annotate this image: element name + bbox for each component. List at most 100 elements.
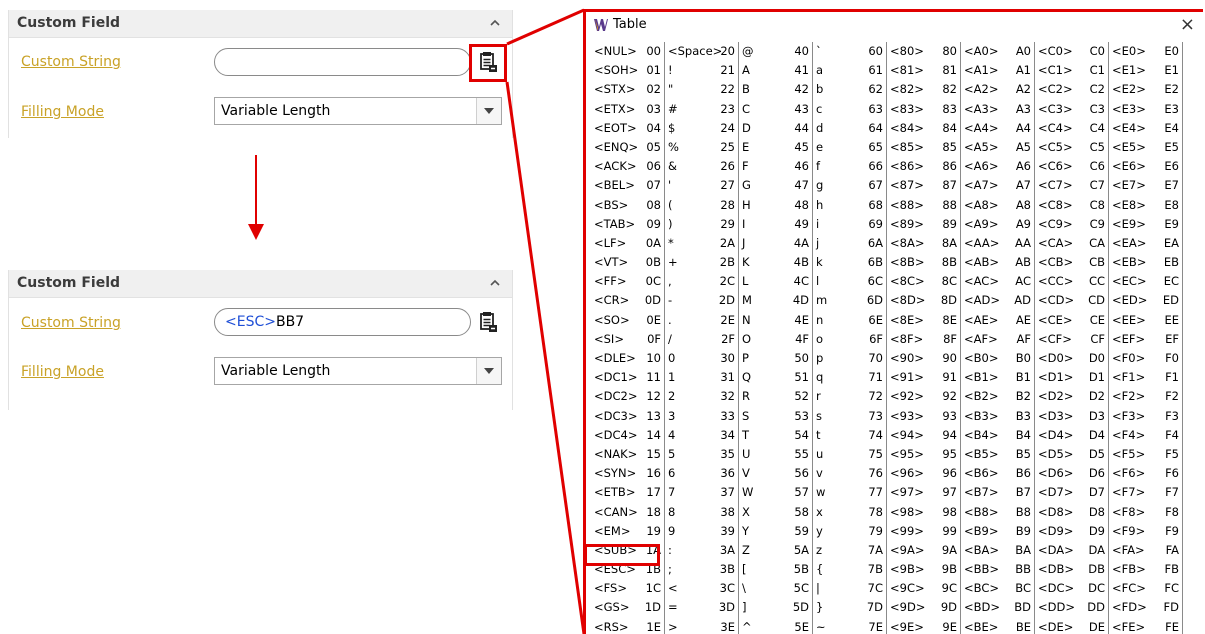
ascii-cell[interactable]: <C7> C7 (1035, 176, 1109, 196)
ascii-cell[interactable]: <CF> CF (1035, 329, 1109, 349)
filling-mode-label[interactable]: Filling Mode (21, 364, 104, 380)
ascii-cell[interactable]: <ED> ED (1109, 291, 1183, 311)
ascii-cell[interactable]: <F6> F6 (1109, 464, 1183, 484)
ascii-cell[interactable]: x 78 (813, 502, 887, 522)
ascii-cell[interactable]: u 75 (813, 444, 887, 465)
ascii-cell[interactable]: Q 51 (739, 368, 813, 388)
ascii-cell[interactable]: <A3> A3 (961, 99, 1035, 119)
ascii-cell[interactable]: <B8> B8 (961, 502, 1035, 522)
ascii-cell[interactable]: <A9> A9 (961, 214, 1035, 234)
ascii-cell[interactable]: <99> 99 (887, 521, 961, 541)
ascii-cell[interactable]: <EOT> 04 (591, 118, 665, 138)
filling-mode-select[interactable]: Variable Length (214, 357, 502, 385)
ascii-cell[interactable]: <SI> 0F (591, 329, 665, 349)
ascii-cell[interactable]: ^ 5E (739, 617, 813, 634)
ascii-cell[interactable]: <BA> BA (961, 540, 1035, 561)
ascii-cell[interactable]: = 3D (665, 598, 739, 618)
panel-header[interactable]: Custom Field (9, 10, 512, 38)
ascii-cell[interactable]: <B4> B4 (961, 425, 1035, 445)
ascii-cell[interactable]: <84> 84 (887, 118, 961, 138)
ascii-cell[interactable]: <9A> 9A (887, 540, 961, 561)
ascii-cell[interactable]: f 66 (813, 157, 887, 177)
ascii-cell[interactable]: <NUL> 00 (591, 42, 665, 62)
ascii-cell[interactable]: R 52 (739, 387, 813, 407)
ascii-cell[interactable]: <F7> F7 (1109, 483, 1183, 503)
ascii-cell[interactable]: <9E> 9E (887, 617, 961, 634)
ascii-cell[interactable]: p 70 (813, 349, 887, 369)
ascii-cell[interactable]: <FB> FB (1109, 560, 1183, 580)
ascii-cell[interactable]: <D6> D6 (1035, 464, 1109, 484)
ascii-cell[interactable]: <E5> E5 (1109, 137, 1183, 158)
ascii-cell[interactable]: w 77 (813, 483, 887, 503)
ascii-cell[interactable]: y 79 (813, 521, 887, 541)
ascii-cell[interactable]: <82> 82 (887, 80, 961, 100)
ascii-cell[interactable]: <STX> 02 (591, 80, 665, 100)
ascii-cell[interactable]: Z 5A (739, 540, 813, 561)
ascii-cell[interactable]: <CE> CE (1035, 310, 1109, 330)
ascii-cell[interactable]: <DC> DC (1035, 579, 1109, 599)
ascii-cell[interactable]: <RS> 1E (591, 617, 665, 634)
ascii-cell[interactable]: <Space> 20 (665, 42, 739, 62)
ascii-cell[interactable]: <88> 88 (887, 195, 961, 215)
ascii-cell[interactable]: <8C> 8C (887, 272, 961, 292)
ascii-cell[interactable]: 6 36 (665, 464, 739, 484)
ascii-cell[interactable]: <AB> AB (961, 253, 1035, 273)
ascii-cell[interactable]: <BE> BE (961, 617, 1035, 634)
ascii-cell[interactable]: <8E> 8E (887, 310, 961, 330)
ascii-cell[interactable]: H 48 (739, 195, 813, 215)
ascii-cell[interactable]: <A2> A2 (961, 80, 1035, 100)
ascii-cell[interactable]: (28 (665, 195, 739, 215)
ascii-cell[interactable]: <9C> 9C (887, 579, 961, 599)
ascii-cell[interactable]: a 61 (813, 61, 887, 81)
ascii-cell[interactable]: <A0> A0 (961, 42, 1035, 62)
ascii-cell[interactable]: J 4A (739, 233, 813, 254)
ascii-cell[interactable]: C 43 (739, 99, 813, 119)
ascii-cell[interactable]: <D9> D9 (1035, 521, 1109, 541)
ascii-cell[interactable]: <EC> EC (1109, 272, 1183, 292)
ascii-cell[interactable]: >3E (665, 617, 739, 634)
ascii-cell[interactable]: <8D> 8D (887, 291, 961, 311)
ascii-cell[interactable]: 8 38 (665, 502, 739, 522)
ascii-cell[interactable]: <B9> B9 (961, 521, 1035, 541)
ascii-cell[interactable]: <C2> C2 (1035, 80, 1109, 100)
ascii-cell[interactable]: <ENQ> 05 (591, 137, 665, 158)
ascii-cell[interactable]: <B7> B7 (961, 483, 1035, 503)
ascii-cell[interactable]: t 74 (813, 425, 887, 445)
ascii-cell[interactable]: l 6C (813, 272, 887, 292)
ascii-cell[interactable]: g 67 (813, 176, 887, 196)
ascii-cell[interactable]: <92> 92 (887, 387, 961, 407)
ascii-cell[interactable]: +2B (665, 253, 739, 273)
ascii-cell[interactable]: <A7> A7 (961, 176, 1035, 196)
ascii-cell[interactable]: <CD> CD (1035, 291, 1109, 311)
ascii-cell[interactable]: ` 60 (813, 42, 887, 62)
ascii-cell[interactable]: } 7D (813, 598, 887, 618)
ascii-cell[interactable]: <CR> 0D (591, 291, 665, 311)
ascii-cell[interactable]: <C3> C3 (1035, 99, 1109, 119)
dropdown-button[interactable] (476, 358, 501, 384)
ascii-cell[interactable]: I 49 (739, 214, 813, 234)
ascii-cell[interactable]: <BD> BD (961, 598, 1035, 618)
ascii-cell[interactable]: <C8> C8 (1035, 195, 1109, 215)
ascii-cell[interactable]: <EE> EE (1109, 310, 1183, 330)
ascii-cell[interactable]: S 53 (739, 406, 813, 426)
ascii-cell[interactable]: 3 33 (665, 406, 739, 426)
ascii-cell[interactable]: {7B (813, 560, 887, 580)
ascii-cell[interactable]: <C0> C0 (1035, 42, 1109, 62)
ascii-cell[interactable]: <E0> E0 (1109, 42, 1183, 62)
ascii-cell[interactable]: <FD> FD (1109, 598, 1183, 618)
ascii-cell[interactable]: <B6> B6 (961, 464, 1035, 484)
ascii-cell[interactable]: E 45 (739, 137, 813, 158)
ascii-cell[interactable]: <D0> D0 (1035, 349, 1109, 369)
ascii-cell[interactable]: <E6> E6 (1109, 157, 1183, 177)
ascii-cell[interactable]: 5 35 (665, 444, 739, 465)
ascii-cell[interactable]: <F0> F0 (1109, 349, 1183, 369)
ascii-cell[interactable]: N 4E (739, 310, 813, 330)
ascii-cell[interactable]: <NAK> 15 (591, 444, 665, 465)
ascii-cell[interactable]: <D8> D8 (1035, 502, 1109, 522)
ascii-cell[interactable]: | 7C (813, 579, 887, 599)
filling-mode-select[interactable]: Variable Length (214, 97, 502, 125)
ascii-cell[interactable]: <FS> 1C (591, 579, 665, 599)
ascii-cell[interactable]: <F3> F3 (1109, 406, 1183, 426)
ascii-cell[interactable]: <EA> EA (1109, 233, 1183, 254)
ascii-cell[interactable]: <8B> 8B (887, 253, 961, 273)
